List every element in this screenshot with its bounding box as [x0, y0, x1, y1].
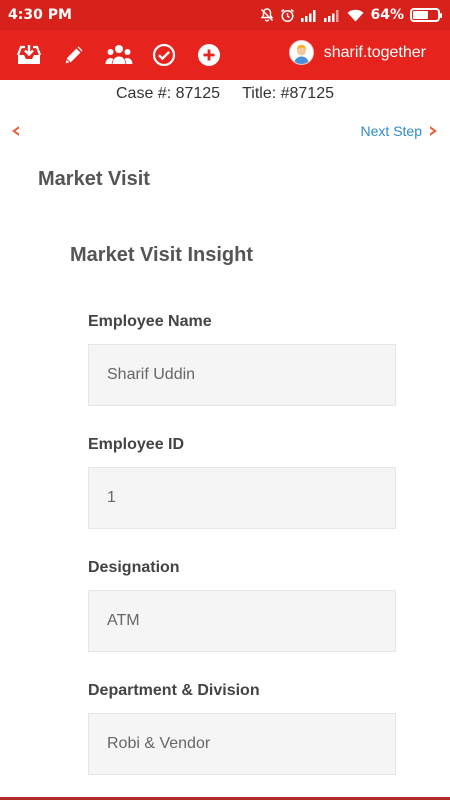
group-icon[interactable]	[104, 40, 134, 70]
department-division-field[interactable]: Robi & Vendor	[88, 713, 396, 775]
employee-id-label: Employee ID	[88, 436, 185, 453]
arrow-right-icon	[430, 126, 437, 136]
signal-icon	[301, 9, 318, 22]
alarm-icon	[280, 8, 295, 23]
status-bar: 4:30 PM 64%	[0, 0, 450, 30]
section-title: Market Visit	[38, 168, 150, 190]
case-info: Case #: 87125 Title: #87125	[0, 82, 450, 106]
username: sharif.together	[323, 43, 426, 61]
employee-name-label: Employee Name	[88, 313, 212, 330]
employee-id-field[interactable]: 1	[88, 467, 396, 529]
avatar	[288, 40, 314, 65]
app-toolbar: sharif.together	[0, 30, 450, 80]
mute-icon	[260, 8, 274, 22]
previous-step-button[interactable]	[11, 124, 21, 142]
department-division-label: Department & Division	[88, 682, 260, 699]
battery-level: 64%	[370, 7, 404, 23]
signal-icon	[324, 9, 341, 22]
status-icons: 64%	[260, 7, 442, 23]
battery-fill	[413, 11, 429, 19]
case-number: Case #: 87125	[116, 85, 221, 102]
pencil-icon[interactable]	[59, 40, 89, 70]
plus-circle-icon[interactable]	[194, 40, 224, 70]
case-title: Title: #87125	[242, 85, 334, 102]
battery-icon	[410, 8, 442, 22]
check-circle-icon[interactable]	[149, 40, 179, 70]
employee-name-field[interactable]: Sharif Uddin	[88, 344, 396, 406]
wifi-icon	[347, 9, 364, 22]
designation-label: Designation	[88, 559, 180, 576]
status-time: 4:30 PM	[8, 7, 72, 23]
next-step-label: Next Step	[360, 123, 422, 139]
designation-field[interactable]: ATM	[88, 590, 396, 652]
next-step-button[interactable]: Next Step	[361, 123, 438, 139]
inbox-download-icon[interactable]	[14, 40, 44, 70]
user-menu[interactable]: sharif.together	[288, 40, 426, 65]
arrow-left-icon	[12, 126, 19, 136]
subsection-title: Market Visit Insight	[70, 244, 254, 266]
